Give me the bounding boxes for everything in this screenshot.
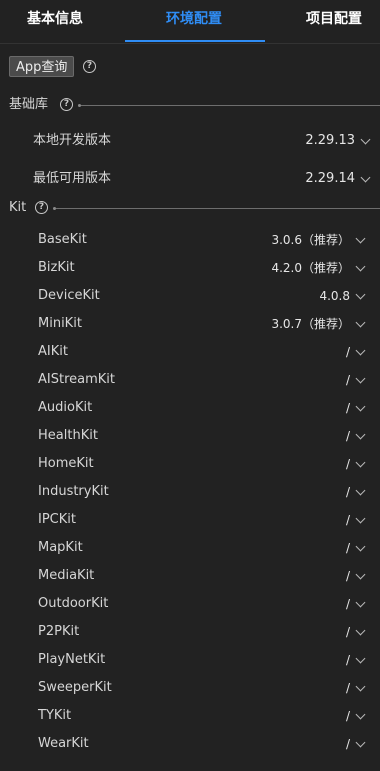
kit-row: MapKit / [0,534,380,562]
kit-row: BizKit 4.2.0（推荐） [0,254,380,282]
kit-version-select[interactable]: / [346,540,350,556]
help-circle-icon[interactable]: ? [83,60,96,73]
kit-row: AIKit / [0,338,380,366]
kit-name: IndustryKit [38,484,109,499]
chevron-down-icon[interactable] [355,233,366,244]
kit-row: OutdoorKit / [0,590,380,618]
kit-version-select[interactable]: / [346,484,350,500]
kit-row: IPCKit / [0,506,380,534]
chevron-down-icon[interactable] [355,429,366,440]
chevron-down-icon[interactable] [355,485,366,496]
kit-name: PlayNetKit [38,652,106,667]
kit-row: MediaKit / [0,562,380,590]
kit-version-select[interactable]: / [346,568,350,584]
kit-row: PlayNetKit / [0,646,380,674]
kit-name: AIStreamKit [38,372,115,387]
kit-name: AIKit [38,344,68,359]
min-usable-version-value[interactable]: 2.29.14 [305,171,355,187]
chevron-down-icon[interactable] [360,172,371,183]
base-lib-section-title: 基础库 [9,97,49,112]
kit-name: IPCKit [38,512,76,527]
chevron-down-icon[interactable] [355,513,366,524]
help-circle-icon[interactable]: ? [35,201,48,214]
chevron-down-icon[interactable] [355,681,366,692]
chevron-down-icon[interactable] [355,569,366,580]
chevron-down-icon[interactable] [355,625,366,636]
kit-name: BaseKit [38,232,87,247]
kit-name: AudioKit [38,400,93,415]
tab-basic-info[interactable]: 基本信息 [27,0,83,41]
kit-version-select[interactable]: / [346,372,350,388]
tab-environment-config[interactable]: 环境配置 [166,0,222,41]
chevron-down-icon[interactable] [355,457,366,468]
kit-row: AIStreamKit / [0,366,380,394]
kit-row: TYKit / [0,702,380,730]
kit-version-select[interactable]: 3.0.6（推荐） [271,232,350,248]
kit-name: SweeperKit [38,680,112,695]
kit-name: MapKit [38,540,83,555]
active-tab-indicator [125,40,265,42]
chevron-down-icon[interactable] [355,317,366,328]
kit-version-select[interactable]: / [346,344,350,360]
tab-bar: 基本信息 环境配置 项目配置 [0,0,380,44]
tab-project-config[interactable]: 项目配置 [306,0,362,41]
app-query-button[interactable]: App查询 [9,56,75,77]
kit-row: BaseKit 3.0.6（推荐） [0,226,380,254]
kit-row: SweeperKit / [0,674,380,702]
kit-version-select[interactable]: / [346,512,350,528]
kit-row: HomeKit / [0,450,380,478]
kit-name: TYKit [38,708,72,723]
kit-section-title: Kit [9,200,27,215]
chevron-down-icon[interactable] [355,373,366,384]
kit-row: IndustryKit / [0,478,380,506]
kit-row: MiniKit 3.0.7（推荐） [0,310,380,338]
chevron-down-icon[interactable] [355,401,366,412]
kit-version-select[interactable]: 3.0.7（推荐） [271,316,350,332]
chevron-down-icon[interactable] [355,737,366,748]
kit-name: DeviceKit [38,288,100,303]
kit-name: MediaKit [38,568,95,583]
kit-row: HealthKit / [0,422,380,450]
chevron-down-icon[interactable] [355,709,366,720]
kit-version-select[interactable]: 4.2.0（推荐） [271,260,350,276]
kit-name: P2PKit [38,624,80,639]
chevron-down-icon[interactable] [355,541,366,552]
chevron-down-icon[interactable] [355,261,366,272]
kit-version-select[interactable]: / [346,736,350,752]
kit-version-select[interactable]: / [346,652,350,668]
section-divider [81,105,380,106]
kit-version-select[interactable]: / [346,400,350,416]
kit-row: P2PKit / [0,618,380,646]
kit-version-select[interactable]: 4.0.8 [319,288,350,304]
chevron-down-icon[interactable] [355,597,366,608]
section-divider [56,208,380,209]
chevron-down-icon[interactable] [355,345,366,356]
kit-row: DeviceKit 4.0.8 [0,282,380,310]
kit-name: MiniKit [38,316,82,331]
kit-version-select[interactable]: / [346,708,350,724]
kit-version-select[interactable]: / [346,596,350,612]
kit-version-select[interactable]: / [346,456,350,472]
kit-name: HealthKit [38,428,98,443]
kit-version-select[interactable]: / [346,680,350,696]
chevron-down-icon[interactable] [360,134,371,145]
local-dev-version-value[interactable]: 2.29.13 [305,133,355,149]
kit-name: BizKit [38,260,75,275]
kit-row: AudioKit / [0,394,380,422]
chevron-down-icon[interactable] [355,653,366,664]
local-dev-version-label: 本地开发版本 [33,133,112,148]
help-circle-icon[interactable]: ? [60,98,73,111]
kit-name: HomeKit [38,456,94,471]
kit-row: WearKit / [0,730,380,758]
min-usable-version-label: 最低可用版本 [33,171,112,186]
kit-name: WearKit [38,736,89,751]
chevron-down-icon[interactable] [355,289,366,300]
kit-version-select[interactable]: / [346,624,350,640]
kit-version-select[interactable]: / [346,428,350,444]
kit-name: OutdoorKit [38,596,109,611]
